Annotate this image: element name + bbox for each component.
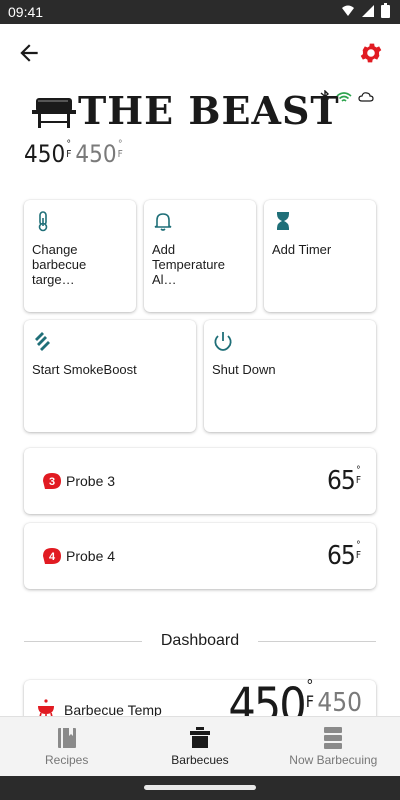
probe-temperature: 65° F bbox=[327, 465, 361, 497]
barbecue-target-temp: 450 bbox=[317, 688, 362, 718]
connection-icons bbox=[320, 90, 374, 103]
barbecue-name: THE BEAST bbox=[78, 88, 340, 133]
probe-temperature: 65° F bbox=[327, 540, 361, 572]
thermometer-icon bbox=[38, 211, 48, 232]
system-navigation-bar bbox=[0, 776, 400, 800]
hourglass-icon bbox=[277, 212, 289, 230]
change-target-temp-button[interactable]: Change barbecue targe… bbox=[24, 200, 136, 312]
cloud-icon bbox=[358, 91, 374, 102]
app-bar bbox=[0, 24, 400, 80]
status-bar: 09:41 bbox=[0, 0, 400, 24]
svg-text:3: 3 bbox=[49, 476, 55, 488]
system-icons bbox=[341, 3, 390, 18]
probe-name: Probe 3 bbox=[66, 473, 116, 489]
probe-card[interactable]: 4 Probe 4 65° F bbox=[24, 523, 376, 589]
probe-card[interactable]: 3 Probe 3 65° F bbox=[24, 448, 376, 514]
nav-barbecues[interactable]: Barbecues bbox=[133, 717, 266, 777]
barbecue-icon bbox=[189, 727, 210, 748]
action-label: Add Timer bbox=[272, 242, 332, 257]
pellet-grill-icon bbox=[32, 98, 76, 128]
home-gesture-handle[interactable] bbox=[144, 785, 256, 790]
now-barbecuing-icon bbox=[324, 727, 343, 749]
probe-name: Probe 4 bbox=[66, 548, 116, 564]
current-temperature: 450° F bbox=[24, 139, 72, 169]
recipes-icon bbox=[57, 728, 76, 748]
bell-icon bbox=[154, 213, 172, 231]
probe-badge-icon: 3 bbox=[43, 473, 61, 489]
action-label: Add Temperature Al… bbox=[152, 242, 225, 287]
power-icon bbox=[214, 332, 232, 351]
add-temperature-alert-button[interactable]: Add Temperature Al… bbox=[144, 200, 256, 312]
nav-label: Barbecues bbox=[171, 753, 229, 767]
start-smokeboost-button[interactable]: Start SmokeBoost bbox=[24, 320, 196, 432]
wifi-status-icon bbox=[342, 5, 354, 16]
nav-label: Recipes bbox=[44, 753, 89, 767]
bluetooth-icon bbox=[320, 90, 330, 103]
settings-gear-icon[interactable] bbox=[358, 40, 384, 66]
back-arrow-icon[interactable] bbox=[16, 40, 42, 66]
nav-label: Now Barbecuing bbox=[289, 753, 378, 767]
svg-text:4: 4 bbox=[49, 551, 56, 563]
action-label: Start SmokeBoost bbox=[32, 362, 137, 377]
header-temperatures: 450° F 450° F bbox=[24, 139, 123, 169]
status-time: 09:41 bbox=[8, 4, 44, 20]
action-label: Shut Down bbox=[212, 362, 276, 377]
probe-badge-icon: 4 bbox=[43, 548, 61, 564]
battery-icon bbox=[381, 3, 390, 18]
add-timer-button[interactable]: Add Timer bbox=[264, 200, 376, 312]
action-label: Change barbecue targe… bbox=[32, 242, 87, 287]
smokeboost-icon bbox=[35, 332, 50, 351]
dashboard-divider: Dashboard bbox=[24, 630, 376, 654]
wifi-icon bbox=[336, 91, 352, 102]
target-temperature: 450° F bbox=[75, 139, 123, 169]
nav-now-barbecuing[interactable]: Now Barbecuing bbox=[267, 717, 400, 777]
bottom-navigation: Recipes Barbecues Now Barbecuing bbox=[0, 716, 400, 777]
divider-line bbox=[258, 641, 376, 642]
nav-recipes[interactable]: Recipes bbox=[0, 717, 133, 777]
shut-down-button[interactable]: Shut Down bbox=[204, 320, 376, 432]
barbecue-header: THE BEAST 450° F 450° F bbox=[24, 88, 376, 168]
signal-icon bbox=[362, 4, 374, 17]
